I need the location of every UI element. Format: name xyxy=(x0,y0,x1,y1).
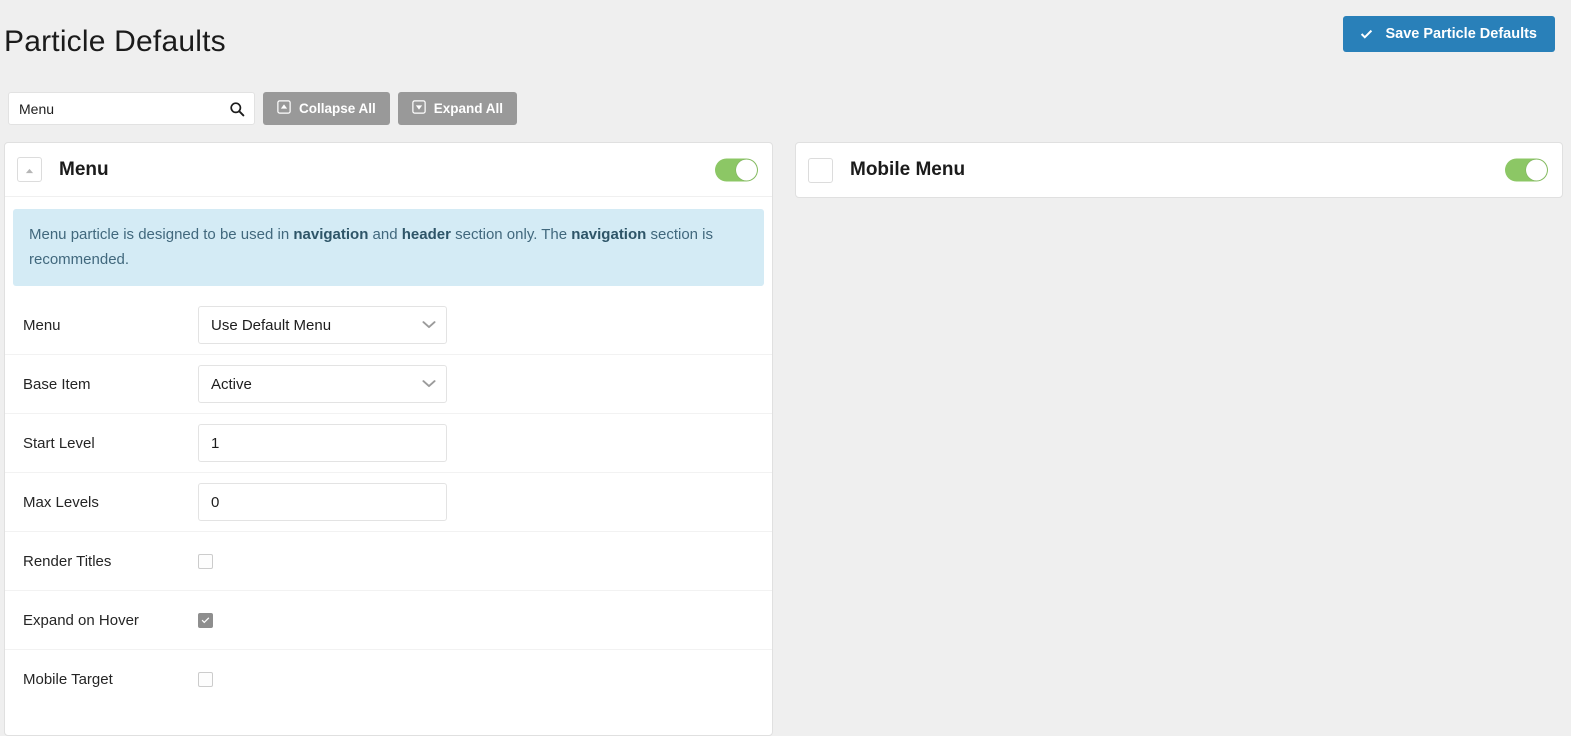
save-particle-defaults-label: Save Particle Defaults xyxy=(1385,26,1537,42)
search-field[interactable] xyxy=(8,92,255,125)
banner-text-1: Menu particle is designed to be used in xyxy=(29,226,294,243)
panel-menu-header: Menu xyxy=(5,143,772,197)
collapse-all-button[interactable]: Collapse All xyxy=(263,92,390,125)
save-particle-defaults-button[interactable]: Save Particle Defaults xyxy=(1343,16,1555,52)
field-label-mobile-target: Mobile Target xyxy=(23,671,113,688)
menu-info-banner: Menu particle is designed to be used in … xyxy=(13,209,764,286)
expand-all-label: Expand All xyxy=(433,101,504,116)
base-item-select[interactable]: Active xyxy=(198,365,447,403)
field-label-menu: Menu xyxy=(23,316,61,334)
chevron-down-icon xyxy=(422,380,436,389)
toggle-knob xyxy=(1526,159,1547,181)
field-label-expand-on-hover: Expand on Hover xyxy=(23,611,139,629)
collapse-all-label: Collapse All xyxy=(299,101,376,116)
panel-mobile-menu-title: Mobile Menu xyxy=(850,159,966,180)
search-input[interactable] xyxy=(9,93,254,124)
banner-text-5: section only. The xyxy=(450,226,572,243)
menu-settings-rows: Menu Use Default Menu Base Item Active S… xyxy=(5,292,772,735)
field-row-base-item: Base Item Active xyxy=(5,355,772,414)
mobile-target-checkbox[interactable] xyxy=(198,672,213,687)
panel-mobile-menu-enable-toggle[interactable] xyxy=(1505,158,1548,182)
toggle-knob xyxy=(736,159,757,180)
field-row-mobile-target: Mobile Target xyxy=(5,650,772,709)
field-row-render-titles: Render Titles xyxy=(5,532,772,591)
panel-menu-enable-toggle[interactable] xyxy=(715,158,758,181)
expand-all-button[interactable]: Expand All xyxy=(397,92,518,125)
field-row-menu: Menu Use Default Menu xyxy=(5,296,772,355)
expand-all-icon xyxy=(412,100,426,117)
field-row-start-level: Start Level xyxy=(5,414,772,473)
field-label-base-item: Base Item xyxy=(23,375,91,393)
chevron-down-icon xyxy=(422,321,436,330)
banner-text-2: navigation xyxy=(293,226,369,243)
field-label-start-level: Start Level xyxy=(23,434,95,452)
panel-mobile-menu: Mobile Menu xyxy=(795,142,1563,198)
banner-text-3: and xyxy=(368,226,402,243)
field-label-render-titles: Render Titles xyxy=(23,552,112,570)
check-icon xyxy=(1359,27,1374,42)
panel-menu-collapse-button[interactable] xyxy=(17,157,42,182)
max-levels-input[interactable] xyxy=(198,483,447,521)
check-icon xyxy=(200,615,211,626)
banner-text-6: navigation xyxy=(571,226,647,243)
panel-mobile-menu-header: Mobile Menu xyxy=(796,143,1562,197)
expand-on-hover-checkbox[interactable] xyxy=(198,612,213,628)
field-row-max-levels: Max Levels xyxy=(5,473,772,532)
caret-up-icon xyxy=(25,161,34,179)
collapse-all-icon xyxy=(277,100,291,117)
panel-menu-title: Menu xyxy=(59,158,109,180)
menu-select-value: Use Default Menu xyxy=(211,316,332,334)
render-titles-checkbox[interactable] xyxy=(198,553,213,569)
field-label-max-levels: Max Levels xyxy=(23,493,99,511)
banner-text-4: header xyxy=(401,226,451,243)
start-level-input[interactable] xyxy=(198,424,447,462)
toolbar: Collapse All Expand All xyxy=(8,92,518,125)
page-title: Particle Defaults xyxy=(4,25,226,58)
menu-select[interactable]: Use Default Menu xyxy=(198,306,447,344)
panels-container: Menu Menu particle is designed to be use… xyxy=(0,142,1571,736)
base-item-select-value: Active xyxy=(211,375,252,393)
panel-menu: Menu Menu particle is designed to be use… xyxy=(4,142,773,736)
page-header: Particle Defaults Save Particle Defaults xyxy=(0,0,1571,78)
field-row-expand-on-hover: Expand on Hover xyxy=(5,591,772,650)
panel-mobile-menu-collapse-button[interactable] xyxy=(808,157,833,183)
